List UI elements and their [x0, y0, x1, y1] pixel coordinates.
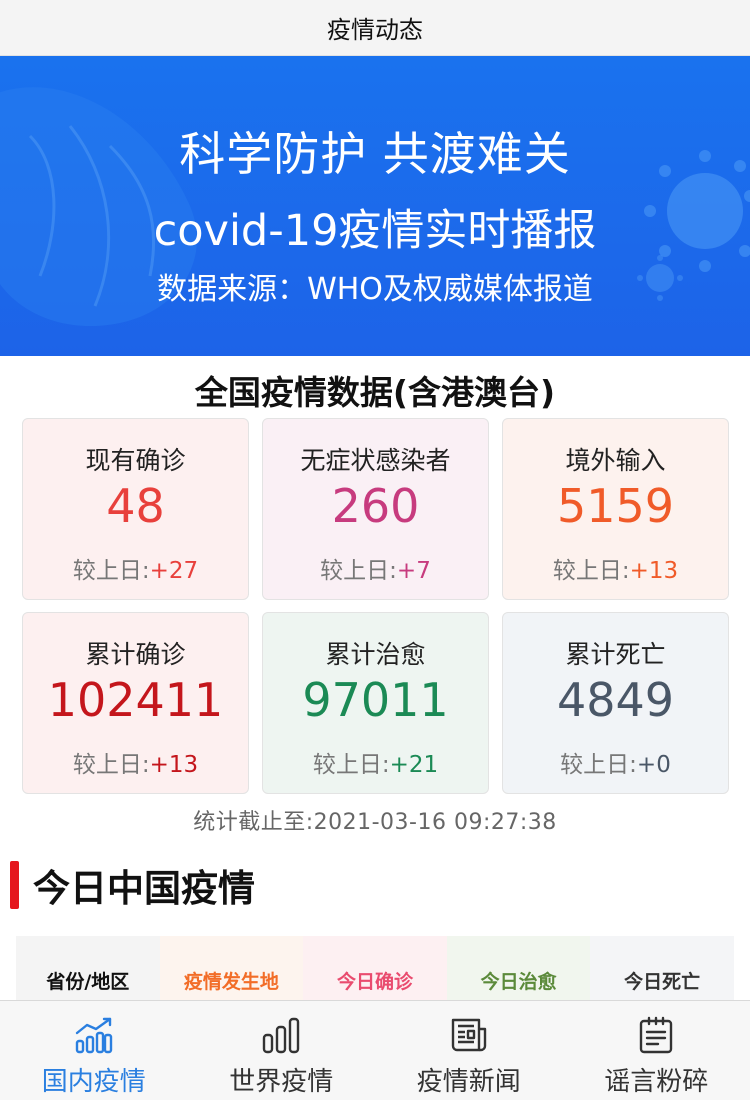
- province-table-header: 省份/地区 疫情发生地 今日确诊 今日治愈 今日死亡: [16, 936, 734, 1006]
- stat-change-value: +13: [629, 558, 679, 584]
- tab-item[interactable]: 谣言粉碎: [563, 1001, 750, 1100]
- trend-chart-icon: [74, 1015, 114, 1055]
- tab-label: 疫情新闻: [416, 1067, 521, 1097]
- stat-value: 4849: [556, 673, 675, 727]
- bottom-tab-bar: 国内疫情 世界疫情 疫情新闻 谣言粉碎: [0, 1000, 750, 1100]
- stat-change-value: +21: [389, 752, 439, 778]
- bar-chart-icon: [261, 1015, 301, 1055]
- stat-label: 累计确诊: [85, 640, 186, 669]
- stat-label: 境外输入: [565, 446, 666, 475]
- stat-label: 无症状感染者: [300, 446, 451, 475]
- stat-card: 累计死亡 4849 较上日:+0: [502, 612, 729, 794]
- stat-value: 102411: [47, 673, 224, 727]
- stat-change: 较上日:+13: [23, 745, 248, 779]
- stat-value: 48: [106, 479, 165, 533]
- stat-label: 累计死亡: [565, 640, 666, 669]
- stat-value: 97011: [302, 673, 449, 727]
- stat-card: 现有确诊 48 较上日:+27: [22, 418, 249, 600]
- tab-label: 国内疫情: [41, 1067, 146, 1097]
- stat-label: 现有确诊: [85, 446, 186, 475]
- stat-change: 较上日:+0: [503, 745, 728, 779]
- stat-change-value: +0: [636, 752, 671, 778]
- stat-card: 境外输入 5159 较上日:+13: [502, 418, 729, 600]
- newspaper-icon: [449, 1015, 489, 1055]
- today-china-section-header: 今日中国疫情: [10, 860, 255, 910]
- table-header-cell: 今日死亡: [590, 936, 734, 1006]
- top-nav-bar: 疫情动态: [0, 0, 750, 56]
- stat-card: 累计确诊 102411 较上日:+13: [22, 612, 249, 794]
- tab-label: 世界疫情: [229, 1067, 334, 1097]
- stat-card: 无症状感染者 260 较上日:+7: [262, 418, 489, 600]
- stat-card: 累计治愈 97011 较上日:+21: [262, 612, 489, 794]
- tab-item[interactable]: 疫情新闻: [375, 1001, 563, 1100]
- table-header-cell: 疫情发生地: [159, 936, 304, 1006]
- hero-banner: 科学防护 共渡难关 covid-19疫情实时播报 数据来源：WHO及权威媒体报道: [0, 56, 750, 356]
- tab-label: 谣言粉碎: [604, 1067, 709, 1097]
- stat-change: 较上日:+27: [23, 551, 248, 585]
- stat-value: 5159: [556, 479, 675, 533]
- stat-change-label: 较上日:: [72, 558, 150, 584]
- section-accent-bar: [10, 861, 19, 909]
- national-data-title: 全国疫情数据(含港澳台): [194, 373, 556, 412]
- stat-change-value: +27: [149, 558, 199, 584]
- stat-change-label: 较上日:: [552, 558, 630, 584]
- stat-change-label: 较上日:: [72, 752, 150, 778]
- stat-change: 较上日:+21: [263, 745, 488, 779]
- today-china-title: 今日中国疫情: [33, 867, 255, 910]
- stat-change: 较上日:+7: [263, 551, 488, 585]
- banner-headline: covid-19疫情实时播报: [153, 206, 597, 256]
- stat-change-label: 较上日:: [320, 558, 397, 584]
- stat-label: 累计治愈: [325, 640, 426, 669]
- stat-change: 较上日:+13: [503, 551, 728, 585]
- table-header-cell: 今日治愈: [446, 936, 591, 1006]
- notepad-icon: [636, 1015, 676, 1055]
- stat-value: 260: [331, 479, 420, 533]
- data-timestamp: 统计截止至:2021-03-16 09:27:38: [193, 810, 557, 835]
- stat-change-value: +13: [149, 752, 199, 778]
- stat-change-label: 较上日:: [312, 752, 390, 778]
- stat-change-label: 较上日:: [560, 752, 637, 778]
- stat-change-value: +7: [396, 558, 431, 584]
- banner-slogan: 科学防护 共渡难关: [179, 127, 571, 181]
- table-header-cell: 今日确诊: [303, 936, 447, 1006]
- table-header-cell: 省份/地区: [16, 936, 160, 1006]
- tab-item[interactable]: 世界疫情: [188, 1001, 376, 1100]
- tab-item[interactable]: 国内疫情: [0, 1001, 188, 1100]
- banner-source: 数据来源：WHO及权威媒体报道: [157, 272, 593, 307]
- page-title: 疫情动态: [327, 16, 423, 44]
